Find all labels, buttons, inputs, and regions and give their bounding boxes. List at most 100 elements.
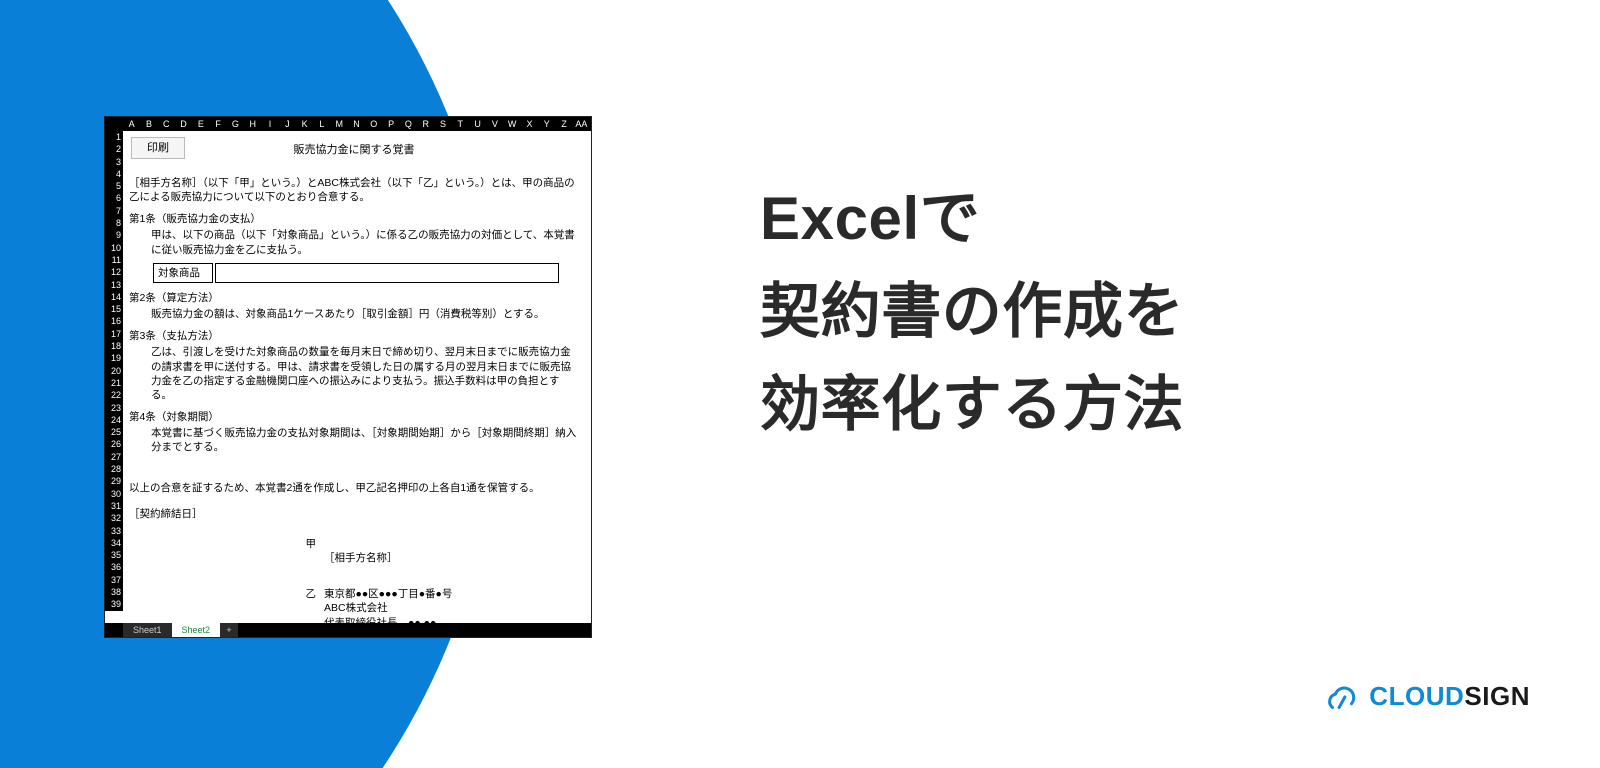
col-header-X[interactable]: X: [521, 117, 538, 131]
print-button[interactable]: 印刷: [131, 137, 185, 159]
row-header-7[interactable]: 7: [105, 205, 123, 217]
article-1-heading: 第1条（販売協力金の支払）: [129, 212, 579, 226]
row-header-3[interactable]: 3: [105, 156, 123, 168]
row-header-34[interactable]: 34: [105, 537, 123, 549]
row-header-11[interactable]: 11: [105, 254, 123, 266]
article-3-heading: 第3条（支払方法）: [129, 329, 579, 343]
row-header-21[interactable]: 21: [105, 377, 123, 389]
row-header-38[interactable]: 38: [105, 586, 123, 598]
excel-sheet-body: 印刷 販売協力金に関する覚書 ［相手方名称］（以下「甲」という。）とABC株式会…: [123, 131, 591, 623]
row-header-26[interactable]: 26: [105, 438, 123, 450]
party-otsu-address: 東京都●●区●●●丁目●番●号: [324, 587, 452, 601]
row-header-27[interactable]: 27: [105, 451, 123, 463]
col-header-AA[interactable]: AA: [573, 117, 590, 131]
excel-row-gutter: 1234567891011121314151617181920212223242…: [105, 131, 123, 611]
article-2-body: 販売協力金の額は、対象商品1ケースあたり［取引金額］円（消費税等別）とする。: [129, 307, 579, 321]
row-header-24[interactable]: 24: [105, 414, 123, 426]
headline: Excelで 契約書の作成を 効率化する方法: [760, 172, 1184, 451]
row-header-31[interactable]: 31: [105, 500, 123, 512]
row-header-37[interactable]: 37: [105, 574, 123, 586]
col-header-T[interactable]: T: [452, 117, 469, 131]
col-header-U[interactable]: U: [469, 117, 486, 131]
excel-screenshot: ABCDEFGHIJKLMNOPQRSTUVWXYZAA 12345678910…: [104, 116, 592, 638]
col-header-K[interactable]: K: [296, 117, 313, 131]
excel-column-headers: ABCDEFGHIJKLMNOPQRSTUVWXYZAA: [105, 117, 591, 131]
col-header-A[interactable]: A: [123, 117, 140, 131]
col-header-R[interactable]: R: [417, 117, 434, 131]
row-header-25[interactable]: 25: [105, 426, 123, 438]
col-header-I[interactable]: I: [261, 117, 278, 131]
row-header-28[interactable]: 28: [105, 463, 123, 475]
row-header-30[interactable]: 30: [105, 488, 123, 500]
row-header-15[interactable]: 15: [105, 303, 123, 315]
col-header-W[interactable]: W: [504, 117, 521, 131]
row-header-14[interactable]: 14: [105, 291, 123, 303]
col-header-D[interactable]: D: [175, 117, 192, 131]
col-header-B[interactable]: B: [140, 117, 157, 131]
target-product-cell[interactable]: [215, 263, 559, 283]
intro-paragraph: ［相手方名称］（以下「甲」という。）とABC株式会社（以下「乙」という。）とは、…: [129, 176, 579, 204]
article-3-body: 乙は、引渡しを受けた対象商品の数量を毎月末日で締め切り、翌月末日までに販売協力金…: [129, 345, 579, 402]
col-header-L[interactable]: L: [313, 117, 330, 131]
col-header-M[interactable]: M: [331, 117, 348, 131]
col-header-F[interactable]: F: [209, 117, 226, 131]
document-title: 販売協力金に関する覚書: [129, 143, 579, 158]
row-header-20[interactable]: 20: [105, 365, 123, 377]
headline-line-2: 契約書の作成を: [760, 265, 1184, 358]
excel-sheet-tabs: Sheet1 Sheet2 +: [105, 623, 591, 637]
closing-paragraph: 以上の合意を証するため、本覚書2通を作成し、甲乙記名押印の上各自1通を保管する。: [129, 481, 579, 495]
article-4-body: 本覚書に基づく販売協力金の支払対象期間は、［対象期間始期］から［対象期間終期］納…: [129, 426, 579, 454]
headline-line-3: 効率化する方法: [760, 358, 1184, 451]
target-product-table: 対象商品: [151, 261, 561, 285]
col-header-H[interactable]: H: [244, 117, 261, 131]
row-header-36[interactable]: 36: [105, 561, 123, 573]
target-product-label: 対象商品: [153, 263, 213, 283]
row-header-22[interactable]: 22: [105, 389, 123, 401]
row-header-18[interactable]: 18: [105, 340, 123, 352]
row-header-9[interactable]: 9: [105, 229, 123, 241]
cloud-icon: [1323, 682, 1361, 712]
col-header-Z[interactable]: Z: [555, 117, 572, 131]
col-header-V[interactable]: V: [486, 117, 503, 131]
row-header-33[interactable]: 33: [105, 525, 123, 537]
col-header-P[interactable]: P: [382, 117, 399, 131]
row-header-32[interactable]: 32: [105, 512, 123, 524]
row-header-29[interactable]: 29: [105, 475, 123, 487]
row-header-2[interactable]: 2: [105, 143, 123, 155]
col-header-Y[interactable]: Y: [538, 117, 555, 131]
party-kou-name: ［相手方名称］: [324, 551, 398, 565]
col-header-S[interactable]: S: [434, 117, 451, 131]
col-header-C[interactable]: C: [158, 117, 175, 131]
page-background: ABCDEFGHIJKLMNOPQRSTUVWXYZAA 12345678910…: [0, 0, 1600, 768]
tab-add-sheet[interactable]: +: [220, 623, 238, 637]
row-header-1[interactable]: 1: [105, 131, 123, 143]
row-header-23[interactable]: 23: [105, 402, 123, 414]
col-header-J[interactable]: J: [279, 117, 296, 131]
row-header-6[interactable]: 6: [105, 192, 123, 204]
party-kou-label: 甲: [129, 537, 324, 551]
contract-date-label: ［契約締結日］: [129, 507, 579, 521]
article-1-body: 甲は、以下の商品（以下「対象商品」という。）に係る乙の販売協力の対価として、本覚…: [129, 228, 579, 256]
row-header-16[interactable]: 16: [105, 315, 123, 327]
row-header-35[interactable]: 35: [105, 549, 123, 561]
party-otsu-label: 乙: [129, 587, 324, 601]
row-header-12[interactable]: 12: [105, 266, 123, 278]
tab-sheet2[interactable]: Sheet2: [172, 623, 221, 637]
col-header-Q[interactable]: Q: [400, 117, 417, 131]
headline-line-1: Excelで: [760, 172, 1184, 265]
col-header-O[interactable]: O: [365, 117, 382, 131]
tab-sheet1[interactable]: Sheet1: [123, 623, 172, 637]
cloudsign-logo: CLOUDSIGN: [1323, 681, 1530, 712]
row-header-19[interactable]: 19: [105, 352, 123, 364]
col-header-E[interactable]: E: [192, 117, 209, 131]
row-header-13[interactable]: 13: [105, 279, 123, 291]
logo-text: CLOUDSIGN: [1369, 681, 1530, 712]
row-header-4[interactable]: 4: [105, 168, 123, 180]
row-header-5[interactable]: 5: [105, 180, 123, 192]
row-header-39[interactable]: 39: [105, 598, 123, 610]
col-header-G[interactable]: G: [227, 117, 244, 131]
row-header-17[interactable]: 17: [105, 328, 123, 340]
row-header-8[interactable]: 8: [105, 217, 123, 229]
col-header-N[interactable]: N: [348, 117, 365, 131]
row-header-10[interactable]: 10: [105, 242, 123, 254]
